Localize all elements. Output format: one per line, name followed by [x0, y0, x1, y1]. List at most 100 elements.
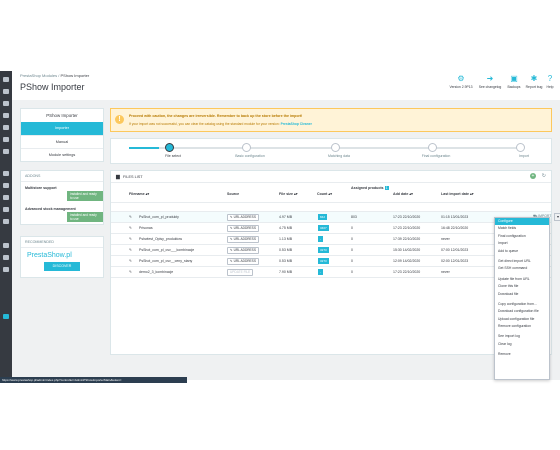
addon-name: Multistore support — [25, 186, 57, 190]
source-url-button[interactable]: ✎ URL ADDRESS — [227, 246, 259, 254]
table-row[interactable]: ✎ PsShot_com_pl_produkty ✎ URL ADDRESS 4… — [111, 212, 560, 223]
catalog-icon[interactable] — [3, 113, 9, 118]
cleaner-link[interactable]: PrestaShop Cleaner — [281, 122, 312, 126]
step-label: File select — [165, 154, 181, 158]
source-upload-button[interactable]: UPDATE FILE — [227, 268, 254, 276]
module-nav: PShow Importer Importer Manual Module se… — [20, 108, 104, 162]
menu-item-download-config[interactable]: Download configuration file — [495, 308, 549, 315]
step-label: Final configuration — [421, 154, 451, 158]
menu-item-final-configuration[interactable]: Final configuration — [495, 233, 549, 240]
menu-item-clear-log[interactable]: Clear log — [495, 341, 549, 348]
addon-status-badge: installed and ready to use — [67, 212, 103, 222]
menu-item-ssh-command[interactable]: Get SSH command — [495, 265, 549, 272]
table-row[interactable]: ✎ PsShot_com_pl_csv___kombinacje ✎ URL A… — [111, 245, 551, 256]
nav-item-module-settings[interactable]: Module settings — [21, 148, 103, 161]
international-icon[interactable] — [3, 219, 9, 224]
orders-icon[interactable] — [3, 101, 9, 106]
modules-icon[interactable] — [3, 171, 9, 176]
menu-item-match-fields[interactable]: Match fields — [495, 225, 549, 232]
payment-icon[interactable] — [3, 207, 9, 212]
step-dot-import[interactable] — [516, 143, 525, 152]
advanced-icon[interactable] — [3, 255, 9, 260]
menu-item-remove[interactable]: Remove — [495, 351, 549, 358]
step-dot-file-select[interactable] — [165, 143, 174, 152]
addon-status-badge: installed and ready to use — [67, 191, 103, 201]
recommended-panel: RECOMMENDED PrestaShow.pl DISCOVER — [20, 236, 104, 278]
table-header: Filename ▴▾ Source File size ▴▾ Count ▴▾… — [111, 185, 551, 201]
files-title: FILES LIST — [123, 175, 143, 179]
addons-panel: ADDONS Multistore support installed and … — [20, 170, 104, 225]
row-actions-toggle[interactable]: ▾ — [554, 213, 560, 221]
stats-icon[interactable] — [3, 149, 9, 154]
dashboard-icon[interactable] — [3, 89, 9, 94]
addons-title: ADDONS — [21, 171, 103, 182]
menu-item-clone-file[interactable]: Clone this file — [495, 283, 549, 290]
col-last-import[interactable]: Last import date ▴▾ — [441, 192, 474, 196]
breadcrumb-parent[interactable]: PrestaShop Modules — [20, 73, 57, 78]
table-row[interactable]: ✎ PsShot_com_pl_csv__ceny_stany ✎ URL AD… — [111, 256, 551, 267]
menu-item-direct-url[interactable]: Get direct import URL — [495, 258, 549, 265]
edit-icon[interactable]: ✎ — [129, 270, 132, 274]
edit-icon[interactable]: ✎ — [129, 215, 132, 219]
warning-alert: ! Proceed with caution, the changes are … — [110, 108, 552, 132]
col-count[interactable]: Count ▴▾ — [317, 192, 332, 196]
customers-icon[interactable] — [3, 125, 9, 130]
page-header: PrestaShop Modules / PShow Importer PSho… — [12, 71, 560, 98]
gears-icon: ⚙ — [457, 74, 465, 83]
step-dot-matching-data[interactable] — [331, 143, 340, 152]
source-url-button[interactable]: ✎ URL ADDRESS — [227, 257, 259, 265]
settings-icon[interactable] — [3, 243, 9, 248]
menu-item-copy-config[interactable]: Copy configuration from... — [495, 301, 549, 308]
table-row[interactable]: ✎ Pshwlest_Opisy_produktow ✎ URL ADDRESS… — [111, 234, 551, 245]
step-dot-final-configuration[interactable] — [428, 143, 437, 152]
files-panel: ▆ FILES LIST + ↻ Filename ▴▾ Source File… — [110, 170, 560, 355]
version-button[interactable]: ⚙ Version 2.9P13 — [448, 74, 474, 90]
edit-icon[interactable]: ✎ — [129, 259, 132, 263]
pshow-icon[interactable] — [3, 267, 9, 272]
page-title: PShow Importer — [20, 82, 85, 92]
help-button[interactable]: ? Help — [537, 74, 560, 90]
menu-item-see-log[interactable]: See import log — [495, 333, 549, 340]
menu-item-update-from-url[interactable]: Update file from URL — [495, 276, 549, 283]
menu-item-download-file[interactable]: Download file — [495, 291, 549, 298]
nav-item-manual[interactable]: Manual — [21, 135, 103, 148]
source-url-button[interactable]: ✎ URL ADDRESS — [227, 235, 259, 243]
edit-icon[interactable]: ✎ — [129, 237, 132, 241]
col-add-date[interactable]: Add date ▴▾ — [393, 192, 413, 196]
source-url-button[interactable]: ✎ URL ADDRESS — [227, 213, 259, 221]
shipping-icon[interactable] — [3, 195, 9, 200]
recommended-title: RECOMMENDED — [21, 237, 103, 248]
step-dot-basic-configuration[interactable] — [242, 143, 251, 152]
col-file-size[interactable]: File size ▴▾ — [279, 192, 298, 196]
steps-progress — [129, 147, 159, 149]
edit-icon[interactable]: ✎ — [129, 226, 132, 230]
service-icon[interactable] — [3, 137, 9, 142]
menu-item-configure[interactable]: Configure — [495, 218, 549, 226]
addon-name: Advanced stock management — [25, 207, 76, 211]
status-url-bar: https://www.prestashop.pl/admin/index.ph… — [0, 377, 187, 383]
design-icon[interactable] — [3, 183, 9, 188]
active-module-icon[interactable] — [3, 314, 9, 319]
menu-item-import[interactable]: Import — [495, 240, 549, 247]
table-row[interactable]: ✎ Prisonas ✎ URL ADDRESS 4.75 MB 3407 0 … — [111, 223, 551, 234]
table-row[interactable]: ✎ demo2_3_kombinacje UPDATE FILE 7.90 MB… — [111, 267, 551, 278]
refresh-icon[interactable]: ↻ — [542, 173, 546, 179]
step-label: Import — [519, 154, 529, 158]
edit-icon[interactable]: ✎ — [129, 248, 132, 252]
menu-item-upload-config[interactable]: Upload configuration file — [495, 316, 549, 323]
main-content: PShow Importer Importer Manual Module se… — [12, 100, 560, 380]
col-assigned[interactable]: Assigned products 1 — [351, 186, 389, 190]
import-steps: File select Basic configuration Matching… — [110, 138, 552, 164]
add-file-icon[interactable]: + — [530, 173, 536, 179]
nav-item-importer[interactable]: Importer — [21, 122, 103, 135]
col-filename[interactable]: Filename ▴▾ — [129, 192, 149, 196]
menu-item-add-to-queue[interactable]: Add to queue — [495, 248, 549, 255]
warning-line2: If your import was not successful, you c… — [129, 122, 280, 126]
help-icon: ? — [547, 74, 553, 83]
menu-icon[interactable] — [3, 77, 9, 82]
step-label: Matching data — [328, 154, 350, 158]
menu-item-remove-config[interactable]: Remove configuration — [495, 323, 549, 330]
discover-button[interactable]: DISCOVER — [44, 262, 80, 271]
changelog-button[interactable]: ➜ See changelog — [477, 75, 503, 90]
source-url-button[interactable]: ✎ URL ADDRESS — [227, 224, 259, 232]
